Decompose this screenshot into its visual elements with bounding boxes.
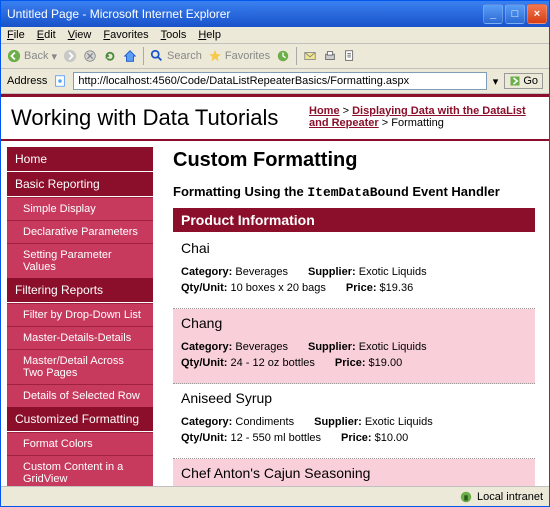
search-button[interactable]: Search (150, 49, 202, 63)
sidebar-item[interactable]: Format Colors (7, 432, 153, 455)
sidebar-item[interactable]: Master/Detail Across Two Pages (7, 349, 153, 384)
sidebar-item[interactable]: Filter by Drop-Down List (7, 303, 153, 326)
zone-label: Local intranet (477, 491, 543, 503)
menu-tools[interactable]: Tools (161, 29, 187, 41)
product-name: Chef Anton's Cajun Seasoning (181, 465, 527, 481)
page-icon (53, 74, 67, 88)
menu-file[interactable]: File (7, 29, 25, 41)
forward-icon (63, 49, 77, 63)
sidebar-item[interactable]: Declarative Parameters (7, 220, 153, 243)
minimize-button[interactable]: _ (483, 4, 503, 24)
refresh-icon[interactable] (103, 49, 117, 63)
close-button[interactable]: × (527, 4, 547, 24)
history-icon[interactable] (276, 49, 290, 63)
window-title: Untitled Page - Microsoft Internet Explo… (7, 7, 483, 21)
menubar: File Edit View Favorites Tools Help (1, 27, 549, 44)
product-name: Aniseed Syrup (181, 390, 527, 406)
product-item: ChangCategory: BeveragesSupplier: Exotic… (173, 309, 535, 384)
product-item: Chef Anton's Cajun SeasoningCategory: Co… (173, 459, 535, 486)
go-icon (509, 75, 521, 87)
sidebar-item[interactable]: Custom Content in a GridView (7, 455, 153, 486)
section-header: Product Information (173, 208, 535, 232)
main-content: Custom Formatting Formatting Using the I… (159, 141, 549, 486)
menu-view[interactable]: View (68, 29, 92, 41)
back-button[interactable]: Back ▾ (7, 49, 57, 63)
maximize-button[interactable]: □ (505, 4, 525, 24)
status-bar: Local intranet (1, 486, 549, 506)
mail-icon[interactable] (303, 49, 317, 63)
favorites-label: Favorites (225, 50, 270, 62)
product-item: ChaiCategory: BeveragesSupplier: Exotic … (173, 234, 535, 309)
sidebar-item[interactable]: Setting Parameter Values (7, 243, 153, 278)
favorites-button[interactable]: Favorites (208, 49, 270, 63)
breadcrumb-home[interactable]: Home (309, 105, 340, 117)
main-heading: Custom Formatting (173, 149, 535, 172)
home-icon[interactable] (123, 49, 137, 63)
address-input[interactable] (73, 72, 486, 90)
back-label: Back (24, 50, 48, 62)
menu-help[interactable]: Help (198, 29, 221, 41)
address-bar: Address ▾ Go (1, 69, 549, 94)
product-name: Chai (181, 240, 527, 256)
menu-edit[interactable]: Edit (37, 29, 56, 41)
chevron-down-icon: ▾ (51, 50, 57, 63)
zone-icon (459, 490, 473, 504)
sidebar-item[interactable]: Simple Display (7, 197, 153, 220)
sub-heading: Formatting Using the ItemDataBound Event… (173, 184, 535, 200)
sidebar-category[interactable]: Basic Reporting (7, 172, 153, 196)
sidebar: HomeBasic ReportingSimple DisplayDeclara… (1, 141, 159, 486)
go-label: Go (523, 75, 538, 87)
back-icon (7, 49, 21, 63)
stop-icon[interactable] (83, 49, 97, 63)
separator (296, 47, 297, 65)
forward-button (63, 49, 77, 63)
print-icon[interactable] (323, 49, 337, 63)
star-icon (208, 49, 222, 63)
product-item: Aniseed SyrupCategory: CondimentsSupplie… (173, 384, 535, 459)
breadcrumb-leaf: Formatting (391, 117, 444, 129)
sidebar-category[interactable]: Customized Formatting (7, 407, 153, 431)
search-icon (150, 49, 164, 63)
sidebar-item[interactable]: Details of Selected Row (7, 384, 153, 407)
chevron-down-icon[interactable]: ▾ (493, 75, 499, 88)
sidebar-category[interactable]: Filtering Reports (7, 278, 153, 302)
menu-favorites[interactable]: Favorites (103, 29, 148, 41)
toolbar: Back ▾ Search Favorites (1, 44, 549, 69)
sidebar-category[interactable]: Home (7, 147, 153, 171)
search-label: Search (167, 50, 202, 62)
product-name: Chang (181, 315, 527, 331)
edit-icon[interactable] (343, 49, 357, 63)
sidebar-item[interactable]: Master-Details-Details (7, 326, 153, 349)
breadcrumb: Home > Displaying Data with the DataList… (309, 105, 539, 131)
go-button[interactable]: Go (504, 73, 543, 89)
page-title: Working with Data Tutorials (11, 105, 309, 131)
separator (143, 47, 144, 65)
address-label: Address (7, 75, 47, 87)
titlebar: Untitled Page - Microsoft Internet Explo… (1, 1, 549, 27)
